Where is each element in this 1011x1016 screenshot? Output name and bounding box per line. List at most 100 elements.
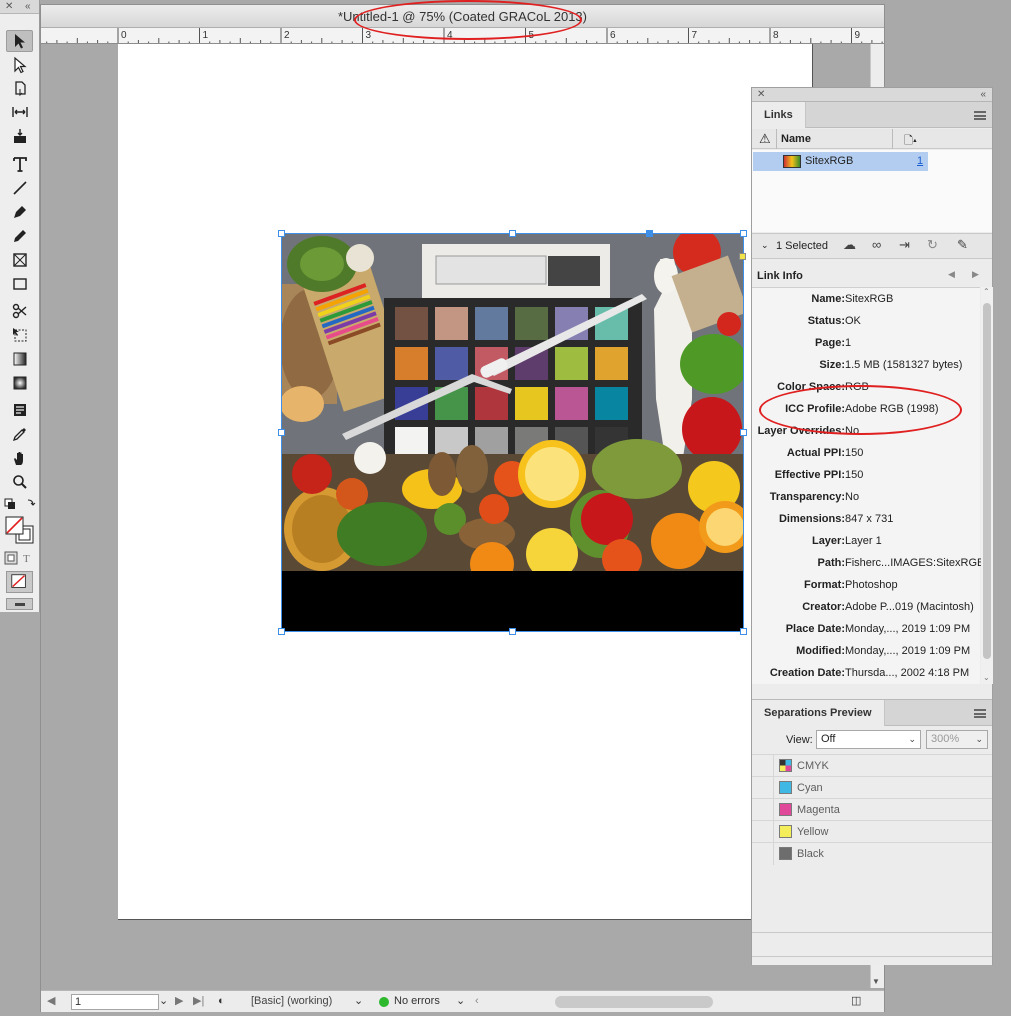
link-page-number[interactable]: 1 [917,155,923,167]
tab-separations-preview[interactable]: Separations Preview [752,700,885,726]
preflight-status[interactable]: No errors [394,994,440,1009]
style-dropdown-icon[interactable]: ⌄ [354,994,363,1009]
ink-row-cyan[interactable]: Cyan [752,776,992,799]
placed-image-sitexrgb[interactable] [282,234,743,571]
handle-top-center[interactable] [509,230,516,237]
handle-middle-right[interactable] [740,429,747,436]
content-collector-tool[interactable] [6,125,33,147]
gradient-swatch-tool[interactable] [6,348,33,370]
open-document-icon[interactable]: ◐ [218,994,225,1009]
close-icon[interactable]: ✕ [757,88,765,101]
zoom-tool[interactable] [6,471,33,493]
prev-link-icon[interactable]: ◀ [948,269,955,280]
separations-tabbar: Separations Preview [752,700,992,726]
free-transform-tool[interactable] [6,324,33,346]
handle-bottom-left[interactable] [278,628,285,635]
tab-links[interactable]: Links [752,102,806,128]
handle-middle-left[interactable] [278,429,285,436]
ink-row-yellow[interactable]: Yellow [752,820,992,843]
collapse-icon[interactable]: « [980,88,986,101]
last-page-icon[interactable]: ▶| [193,994,204,1009]
ink-row-black[interactable]: Black [752,842,992,865]
scroll-left-icon[interactable]: ‹ [475,994,479,1009]
link-info-value: 1.5 MB (1581327 bytes) [845,359,963,371]
live-corner-handle[interactable] [739,253,746,260]
screen-mode-icon [15,603,25,606]
handle-bottom-center[interactable] [509,628,516,635]
column-name-header[interactable]: Name [781,133,811,145]
visibility-column[interactable] [773,799,774,821]
edit-original-icon[interactable]: ✎ [957,237,968,253]
type-tool[interactable] [6,153,33,175]
gradient-feather-tool[interactable] [6,372,33,394]
panel-menu-icon[interactable] [974,709,986,718]
scroll-down-icon[interactable]: ⌄ [983,673,990,682]
collapse-icon[interactable]: « [25,0,31,13]
line-tool[interactable] [6,177,33,199]
screen-mode-button[interactable] [6,598,33,610]
visibility-column[interactable] [773,755,774,777]
link-info-value: Fisherc...IMAGES:SitexRGB [845,557,985,569]
page-column-icon[interactable]: 🗋▴ [904,132,917,151]
document-page[interactable] [118,44,813,920]
visibility-column[interactable] [773,821,774,843]
note-tool[interactable] [6,399,33,421]
split-view-icon[interactable]: ◫ [851,994,861,1009]
update-link-icon[interactable]: ↻ [927,237,938,253]
link-info-value: 1 [845,337,852,349]
pencil-tool[interactable] [6,225,33,247]
handle-bottom-right[interactable] [740,628,747,635]
visibility-column[interactable] [773,843,774,865]
pen-tool[interactable] [6,201,33,223]
rectangle-tool[interactable] [6,273,33,295]
direct-selection-tool[interactable] [6,54,33,76]
visibility-column[interactable] [773,777,774,799]
links-list[interactable]: SitexRGB 1 [752,150,992,232]
chevron-down-icon[interactable]: ⌄ [159,994,168,1009]
handle-top-right[interactable] [740,230,747,237]
placed-image-frame[interactable] [278,230,747,635]
ink-row-cmyk[interactable]: CMYK [752,754,992,777]
disclosure-chevron-icon[interactable]: ⌄ [761,240,769,251]
formatting-affects-icon[interactable]: T [4,551,36,565]
first-page-icon[interactable]: ◀ [47,994,55,1009]
cloud-icon[interactable]: ☁ [843,237,856,253]
horizontal-scroll-thumb[interactable] [555,996,713,1008]
link-row[interactable]: SitexRGB 1 [753,152,928,171]
view-select[interactable]: Off ⌄ [816,730,921,749]
panel-menu-icon[interactable] [974,111,986,120]
selection-tool[interactable] [6,30,33,52]
zoom-select[interactable]: 300% ⌄ [926,730,988,749]
relink-icon[interactable]: ∞ [872,237,881,252]
ruler-tick-label: 6 [610,30,616,41]
ink-row-magenta[interactable]: Magenta [752,798,992,821]
default-fill-stroke-icon[interactable] [4,498,36,510]
next-page-icon[interactable]: ▶ [175,994,183,1009]
link-info-scroll-thumb[interactable] [983,303,991,659]
hand-tool[interactable] [6,447,33,469]
link-info-header: Link Info ◀ ▶ [752,264,992,286]
next-link-icon[interactable]: ▶ [972,269,979,280]
apply-none-button[interactable] [6,571,33,593]
page-tool[interactable] [6,77,33,99]
go-to-link-icon[interactable]: ⇥ [899,237,910,253]
gap-tool[interactable] [6,101,33,123]
link-info-row: Transparency: No [752,486,980,508]
rectangle-frame-tool[interactable] [6,249,33,271]
ink-swatch-icon [779,847,792,860]
scroll-down-icon[interactable]: ▼ [872,977,880,986]
ink-swatch-icon [779,781,792,794]
scroll-up-icon[interactable]: ⌃ [983,287,990,296]
fill-stroke-swatch[interactable] [4,516,36,544]
chevron-down-icon: ⌄ [908,734,916,744]
warning-icon[interactable]: ⚠ [759,131,771,147]
link-info-key: Place Date: [785,623,845,635]
handle-top-left[interactable] [278,230,285,237]
scissors-tool[interactable] [6,300,33,322]
link-info-scrollbar[interactable]: ⌃ ⌄ [981,287,993,684]
eyedropper-tool[interactable] [6,423,33,445]
page-number-field[interactable]: 1 [71,994,159,1010]
preflight-dropdown-icon[interactable]: ⌄ [456,994,465,1009]
content-grabber-handle[interactable] [646,230,653,237]
close-icon[interactable]: ✕ [5,0,13,13]
